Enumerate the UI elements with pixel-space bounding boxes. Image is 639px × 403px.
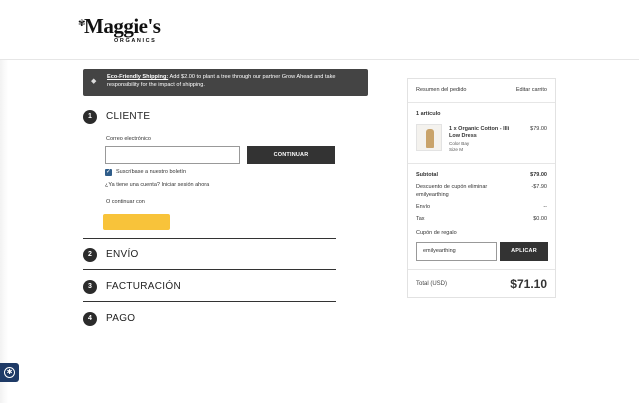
total-value: $71.10 [510, 277, 547, 291]
discount-value: -$7.90 [531, 184, 547, 190]
total-label: Total (USD) [416, 281, 448, 287]
logo-text: Maggie's [84, 14, 161, 38]
gift-coupon-label: Cupón de regalo [416, 230, 457, 236]
email-field[interactable] [105, 146, 240, 164]
left-edge-shade [0, 60, 8, 403]
newsletter-label: Suscríbase a nuestro boletín [116, 169, 187, 175]
step-number: 1 [83, 110, 97, 124]
brand-logo[interactable]: ✾ Maggie's ORGANICS [78, 14, 176, 46]
step-number: 2 [83, 248, 97, 262]
summary-divider [408, 269, 555, 270]
summary-divider [408, 102, 555, 103]
tag-icon: ◆ [91, 78, 97, 85]
step-title: ENVÍO [106, 249, 139, 260]
edit-cart-link[interactable]: Editar carrito [516, 87, 547, 93]
newsletter-checkbox[interactable]: ✓ [105, 169, 112, 176]
eco-shipping-banner: ◆ Eco-Friendly Shipping: Add $2.00 to pl… [83, 69, 368, 96]
subtotal-value: $79.00 [530, 172, 547, 178]
product-size: Size M [449, 147, 464, 152]
apply-coupon-button[interactable]: APLICAR [500, 242, 548, 261]
banner-headline[interactable]: Eco-Friendly Shipping: [107, 74, 168, 80]
product-color: Color Bay [449, 141, 470, 146]
summary-title: Resumen del pedido [416, 87, 467, 93]
or-continue-label: O continuar con [106, 199, 145, 205]
step-divider [83, 269, 336, 270]
tax-label: Tax [416, 216, 425, 222]
site-header: ✾ Maggie's ORGANICS [0, 0, 639, 60]
paypal-button[interactable] [103, 214, 170, 230]
step-title: CLIENTE [106, 111, 151, 122]
step-number: 4 [83, 312, 97, 326]
continue-button[interactable]: CONTINUAR [247, 146, 335, 164]
shipping-label: Envío [416, 204, 431, 210]
accessibility-icon: ✱ [4, 367, 15, 378]
accessibility-button[interactable]: ✱ [0, 363, 19, 382]
step-number: 3 [83, 280, 97, 294]
tax-value: $0.00 [533, 216, 547, 222]
step-divider [83, 238, 336, 239]
shipping-value: -- [543, 204, 547, 210]
logo-subtext: ORGANICS [114, 38, 157, 44]
discount-label[interactable]: Descuento de cupón eliminar [416, 184, 487, 190]
item-count: 1 artículo [416, 111, 441, 117]
step-divider [83, 301, 336, 302]
step-title: PAGO [106, 313, 136, 324]
subtotal-label: Subtotal [416, 172, 438, 178]
summary-divider [408, 163, 555, 164]
product-image [416, 124, 442, 151]
email-label: Correo electrónico [106, 136, 151, 142]
login-link[interactable]: ¿Ya tiene una cuenta? Iniciar sesión aho… [105, 182, 209, 188]
product-price: $79.00 [530, 126, 547, 132]
order-summary: Resumen del pedido Editar carrito 1 artí… [407, 78, 556, 298]
product-name: 1 x Organic Cotton - Illi Low Dress [449, 126, 510, 139]
step-title: FACTURACIÓN [106, 281, 181, 292]
discount-code: emilyearthing [416, 192, 449, 198]
gift-coupon-input[interactable]: emilyearthing [416, 242, 497, 261]
